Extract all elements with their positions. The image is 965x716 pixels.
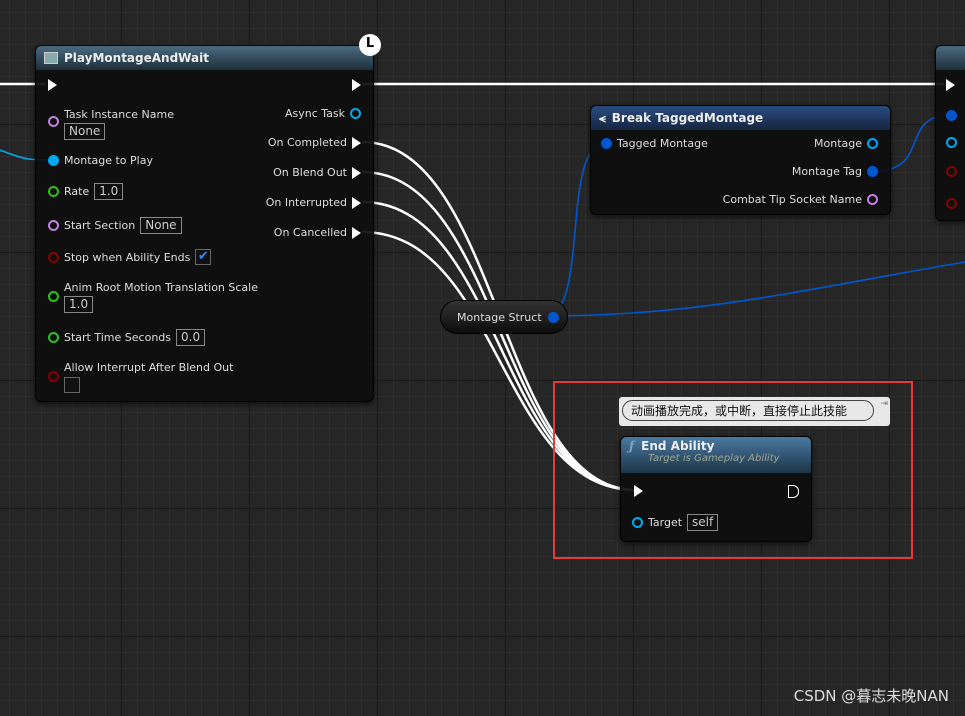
comment-bubble[interactable]: 动画播放完成，或中断，直接停止此技能 ⇥	[619, 397, 890, 426]
montage-struct-node[interactable]: Montage Struct	[440, 300, 568, 334]
rate-field[interactable]: 1.0	[94, 183, 124, 200]
output-on-cancelled: On Cancelled	[274, 226, 361, 239]
input-stop-when-ability-ends: Stop when Ability Ends ✔	[48, 249, 212, 265]
output-on-interrupted: On Interrupted	[266, 196, 361, 209]
object-pin[interactable]	[350, 108, 361, 119]
exec-in-pin[interactable]	[48, 79, 57, 91]
exec-out-pin[interactable]	[352, 79, 361, 91]
play-montage-and-wait-node[interactable]: PlayMontageAndWait L Task Instance Name N…	[35, 34, 381, 402]
start-section-field[interactable]: None	[140, 217, 182, 234]
task-instance-name-field[interactable]: None	[64, 123, 106, 140]
input-allow-interrupt: Allow Interrupt After Blend Out	[48, 361, 233, 396]
root-motion-scale-field[interactable]: 1.0	[64, 296, 94, 313]
node-header: ƒ End Ability Target is Gameplay Ability	[621, 437, 811, 473]
float-pin[interactable]	[48, 186, 59, 197]
object-pin[interactable]	[867, 138, 878, 149]
exec-pin[interactable]	[352, 166, 361, 179]
function-icon: ƒ	[629, 439, 635, 453]
wire-struct-right	[544, 261, 965, 317]
break-struct-icon: ⪪	[599, 110, 606, 125]
node-header: PlayMontageAndWait	[36, 46, 373, 70]
struct-pin[interactable]	[601, 138, 612, 149]
name-pin[interactable]	[48, 116, 59, 127]
object-pin[interactable]	[632, 517, 643, 528]
bool-pin[interactable]	[946, 166, 957, 177]
exec-in-pin[interactable]	[946, 79, 955, 91]
bool-pin[interactable]	[946, 198, 957, 209]
offscreen-node[interactable]	[935, 45, 965, 221]
latent-clock-icon: L	[359, 34, 381, 56]
input-task-instance-name: Task Instance Name None	[48, 108, 174, 140]
input-anim-root-motion-scale: Anim Root Motion Translation Scale 1.0	[48, 281, 258, 313]
name-pin[interactable]	[48, 220, 59, 231]
watermark: CSDN @暮志未晚NAN	[793, 687, 949, 705]
end-ability-node[interactable]: ƒ End Ability Target is Gameplay Ability …	[620, 436, 812, 542]
input-start-time-seconds: Start Time Seconds 0.0	[48, 329, 206, 346]
exec-pin[interactable]	[352, 196, 361, 209]
exec-out-pin[interactable]	[788, 485, 799, 498]
output-montage-tag: Montage Tag	[792, 165, 878, 178]
struct-pin[interactable]	[547, 311, 559, 323]
target-field[interactable]: self	[687, 514, 719, 531]
break-tagged-montage-node[interactable]: ⪪ Break TaggedMontage Tagged Montage Mont…	[590, 105, 891, 215]
input-target: Target self	[632, 514, 719, 531]
node-header	[936, 46, 965, 70]
struct-pin[interactable]	[867, 166, 878, 177]
exec-pin[interactable]	[352, 226, 361, 239]
object-pin[interactable]	[946, 137, 957, 148]
float-pin[interactable]	[48, 291, 59, 302]
bool-pin[interactable]	[48, 371, 59, 382]
allow-interrupt-checkbox[interactable]	[64, 377, 80, 393]
struct-pin[interactable]	[946, 110, 957, 121]
object-pin[interactable]	[48, 155, 59, 166]
float-pin[interactable]	[48, 332, 59, 343]
function-icon	[44, 52, 58, 64]
comment-text: 动画播放完成，或中断，直接停止此技能	[622, 400, 874, 421]
pin-comment-icon[interactable]: ⇥	[880, 399, 888, 409]
output-async-task: Async Task	[285, 107, 361, 120]
output-montage: Montage	[814, 137, 878, 150]
input-rate: Rate 1.0	[48, 183, 124, 200]
bool-pin[interactable]	[48, 251, 59, 263]
input-tagged-montage: Tagged Montage	[601, 137, 708, 150]
output-combat-tip-socket-name: Combat Tip Socket Name	[723, 193, 878, 206]
name-pin[interactable]	[867, 194, 878, 205]
exec-in-pin[interactable]	[634, 485, 643, 497]
start-time-field[interactable]: 0.0	[176, 329, 206, 346]
output-on-blend-out: On Blend Out	[273, 166, 361, 179]
input-montage-to-play: Montage to Play	[48, 154, 153, 167]
input-start-section: Start Section None	[48, 217, 182, 234]
stop-when-ability-ends-checkbox[interactable]: ✔	[195, 249, 212, 265]
exec-pin[interactable]	[352, 136, 361, 149]
output-on-completed: On Completed	[268, 136, 361, 149]
node-header: ⪪ Break TaggedMontage	[591, 106, 890, 130]
